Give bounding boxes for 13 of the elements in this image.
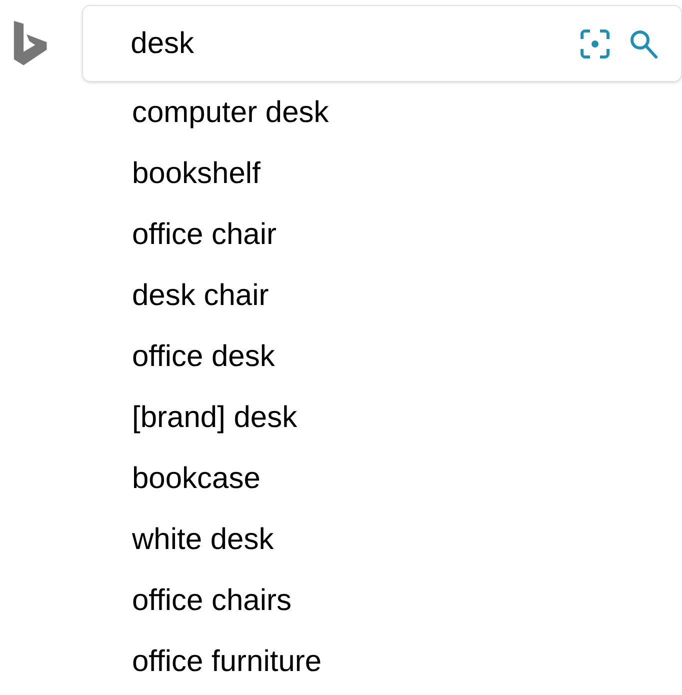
suggestion-item[interactable]: office furniture: [132, 639, 322, 684]
suggestion-item[interactable]: office chair: [132, 212, 277, 257]
suggestion-item[interactable]: office chairs: [132, 578, 292, 623]
suggestion-item[interactable]: [brand] desk: [132, 395, 298, 440]
suggestion-item[interactable]: bookcase: [132, 456, 260, 501]
visual-search-icon[interactable]: [579, 28, 611, 60]
search-field[interactable]: desk: [82, 5, 682, 82]
suggestion-item[interactable]: desk chair: [132, 273, 269, 318]
search-text: desk: [130, 26, 194, 62]
suggestion-item[interactable]: bookshelf: [132, 151, 260, 196]
suggestion-item[interactable]: office desk: [132, 334, 275, 379]
suggestion-item[interactable]: computer desk: [132, 90, 329, 135]
suggestion-item[interactable]: white desk: [132, 517, 274, 562]
